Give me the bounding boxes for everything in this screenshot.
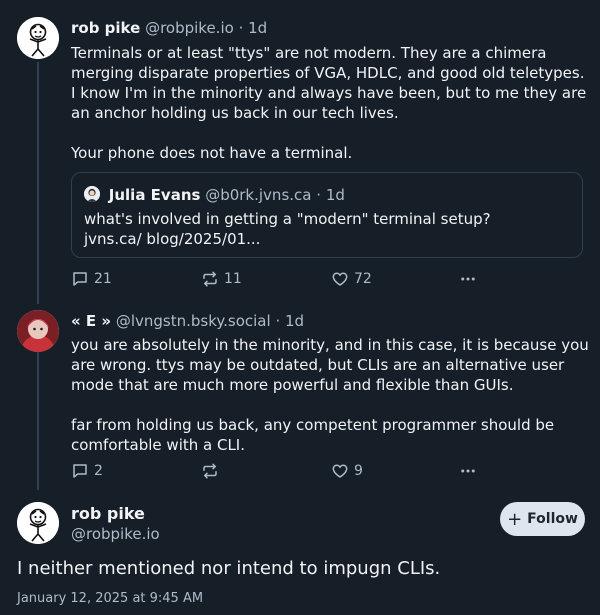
avatar[interactable] (17, 502, 59, 544)
post-timestamp[interactable]: January 12, 2025 at 9:45 AM (17, 591, 203, 606)
author-handle[interactable]: @robpike.io (71, 525, 160, 543)
plus-icon: + (507, 508, 523, 530)
follow-label: Follow (527, 511, 578, 527)
follow-button[interactable]: + Follow (500, 502, 585, 536)
thread-view: rob pike @robpike.io · 1d Terminals or a… (0, 0, 600, 615)
author-name[interactable]: rob pike (71, 504, 145, 523)
stick-figure-avatar-icon (17, 502, 59, 544)
post-text: I neither mentioned nor intend to impugn… (17, 558, 441, 579)
focused-post: rob pike @robpike.io + Follow I neither … (0, 0, 600, 615)
